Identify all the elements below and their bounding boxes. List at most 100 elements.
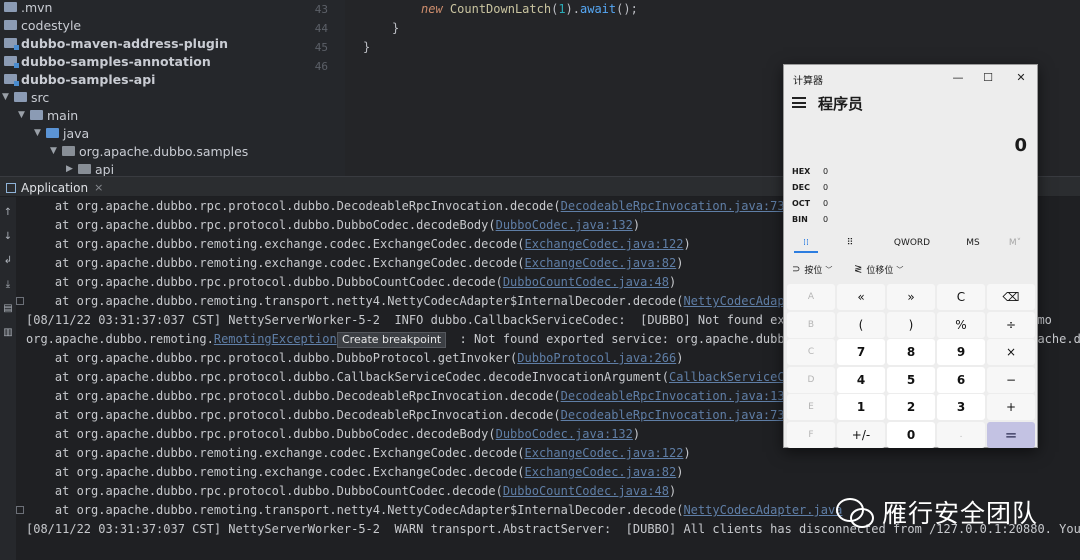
memory-button[interactable]: M˅ — [1006, 236, 1024, 250]
radix-oct[interactable]: OCT 0 — [792, 199, 828, 208]
tree-item-package[interactable]: ▼ org.apache.dubbo.samples — [50, 142, 248, 160]
code-line[interactable]: new CountDownLatch(1).await(); — [421, 2, 638, 16]
key-4-2[interactable]: 2 — [887, 394, 935, 420]
tree-item-label: main — [47, 107, 79, 123]
console-line: at org.apache.dubbo.remoting.exchange.co… — [26, 444, 691, 463]
stacktrace-link[interactable]: RemotingException — [214, 332, 337, 346]
chevron-down-icon[interactable]: ▼ — [18, 110, 30, 120]
qword-button[interactable]: QWORD — [892, 236, 932, 250]
close-icon[interactable]: ✕ — [1006, 68, 1036, 88]
key-5-1[interactable]: +/- — [837, 421, 885, 448]
stacktrace-link[interactable]: DubboCountCodec.java:48 — [503, 275, 669, 289]
stacktrace-link[interactable]: ExchangeCodec.java:82 — [525, 256, 677, 270]
fold-marker-icon[interactable] — [16, 297, 24, 305]
bitwise-icon: ⊃ — [792, 264, 801, 275]
close-icon[interactable]: × — [94, 181, 103, 194]
tab-application[interactable]: Application × — [6, 179, 103, 196]
scroll-to-end-icon[interactable]: ⤓ — [2, 279, 14, 291]
stacktrace-link[interactable]: ExchangeCodec.java:122 — [525, 446, 684, 460]
key-4-4[interactable]: + — [987, 394, 1035, 420]
chevron-right-icon[interactable]: ▶ — [66, 164, 78, 174]
tab-label: Application — [21, 180, 89, 195]
tree-item-codestyle[interactable]: codestyle — [4, 16, 81, 34]
code-punct: (); — [616, 2, 638, 16]
key-0-1[interactable]: « — [837, 284, 885, 310]
soft-wrap-icon[interactable]: ↲ — [2, 255, 14, 267]
key-3-0[interactable]: D — [787, 366, 835, 393]
key-3-2[interactable]: 5 — [887, 366, 935, 393]
tree-item-java[interactable]: ▼ java — [34, 124, 89, 142]
key-3-1[interactable]: 4 — [837, 366, 885, 393]
key-2-0[interactable]: C — [787, 339, 835, 365]
key-5-3[interactable]: . — [937, 421, 985, 448]
stacktrace-link[interactable]: DecodeableRpcInvocation.java:131 — [561, 389, 792, 403]
tree-item-label: dubbo-samples-api — [21, 71, 156, 87]
key-1-4[interactable]: ÷ — [987, 311, 1035, 338]
bitwise-dropdown[interactable]: ⊃ 按位 ﹀ — [792, 263, 832, 276]
code-line[interactable]: } — [363, 40, 370, 54]
key-4-1[interactable]: 1 — [837, 394, 885, 420]
chevron-down-icon[interactable]: ▼ — [2, 92, 14, 102]
tree-item-dubbo-samples-api[interactable]: dubbo-samples-api — [4, 70, 155, 88]
key-3-3[interactable]: 6 — [937, 366, 985, 393]
key-4-0[interactable]: E — [787, 394, 835, 420]
code-punct: ). — [565, 2, 580, 16]
minimize-icon[interactable]: — — [943, 68, 973, 88]
folder-icon — [4, 20, 17, 30]
stacktrace-link[interactable]: DubboCodec.java:132 — [496, 427, 633, 441]
console-text: at org.apache.dubbo.remoting.transport.n… — [26, 503, 684, 517]
console-text: ) — [669, 484, 677, 498]
key-1-3[interactable]: % — [937, 311, 985, 338]
trash-icon[interactable]: ▥ — [2, 327, 14, 339]
key-5-2[interactable]: 0 — [887, 421, 935, 448]
key-1-2[interactable]: ) — [887, 311, 935, 338]
console-line: at org.apache.dubbo.rpc.protocol.dubbo.D… — [26, 482, 676, 501]
memory-store-button[interactable]: MS — [962, 236, 984, 250]
key-1-1[interactable]: ( — [837, 311, 885, 338]
tree-item-api[interactable]: ▶ api — [66, 160, 114, 177]
stacktrace-link[interactable]: DubboProtocol.java:266 — [517, 351, 676, 365]
key-0-3[interactable]: C — [937, 284, 985, 310]
key-3-4[interactable]: − — [987, 366, 1035, 393]
bitshift-label: 位移位 — [866, 266, 894, 276]
module-folder-icon — [4, 56, 19, 68]
tree-item-src[interactable]: ▼ src — [2, 88, 49, 106]
tree-item-dubbo-samples-annotation[interactable]: dubbo-samples-annotation — [4, 52, 211, 70]
radix-bin[interactable]: BIN 0 — [792, 215, 828, 224]
radix-hex[interactable]: HEX 0 — [792, 167, 828, 176]
full-keypad-icon[interactable]: ⁞⁞ — [798, 236, 814, 250]
tree-item-mvn[interactable]: .mvn — [4, 0, 52, 16]
stacktrace-link[interactable]: ExchangeCodec.java:122 — [525, 237, 684, 251]
chevron-down-icon[interactable]: ▼ — [50, 146, 62, 156]
bit-toggle-keypad-icon[interactable]: ⠿ — [842, 236, 858, 250]
key-2-2[interactable]: 8 — [887, 339, 935, 365]
maximize-icon[interactable]: ☐ — [973, 68, 1003, 88]
key-5-4[interactable]: = — [987, 421, 1035, 448]
tree-item-main[interactable]: ▼ main — [18, 106, 78, 124]
stacktrace-link[interactable]: ExchangeCodec.java:82 — [525, 465, 677, 479]
print-icon[interactable]: ▤ — [2, 303, 14, 315]
stacktrace-link[interactable]: DubboCodec.java:132 — [496, 218, 633, 232]
key-2-1[interactable]: 7 — [837, 339, 885, 365]
stacktrace-link[interactable]: DubboCountCodec.java:48 — [503, 484, 669, 498]
key-0-4[interactable]: ⌫ — [987, 284, 1035, 310]
bitshift-dropdown[interactable]: ≷ 位移位 ﹀ — [854, 263, 903, 276]
key-5-0[interactable]: F — [787, 421, 835, 448]
up-arrow-icon[interactable]: ↑ — [2, 207, 14, 219]
stacktrace-link[interactable]: NettyCodecAdapter.java — [683, 503, 842, 517]
key-2-4[interactable]: × — [987, 339, 1035, 365]
fold-marker-icon[interactable] — [16, 506, 24, 514]
tree-item-dubbo-maven-address-plugin[interactable]: dubbo-maven-address-plugin — [4, 34, 228, 52]
key-4-3[interactable]: 3 — [937, 394, 985, 420]
stacktrace-link[interactable]: DecodeableRpcInvocation.java:73 — [561, 408, 785, 422]
key-1-0[interactable]: B — [787, 311, 835, 338]
key-2-3[interactable]: 9 — [937, 339, 985, 365]
key-0-0[interactable]: A — [787, 284, 835, 310]
menu-icon[interactable] — [792, 97, 806, 108]
stacktrace-link[interactable]: DecodeableRpcInvocation.java:73 — [561, 199, 785, 213]
code-line[interactable]: } — [392, 21, 399, 35]
radix-dec[interactable]: DEC 0 — [792, 183, 828, 192]
key-0-2[interactable]: » — [887, 284, 935, 310]
chevron-down-icon[interactable]: ▼ — [34, 128, 46, 138]
down-arrow-icon[interactable]: ↓ — [2, 231, 14, 243]
